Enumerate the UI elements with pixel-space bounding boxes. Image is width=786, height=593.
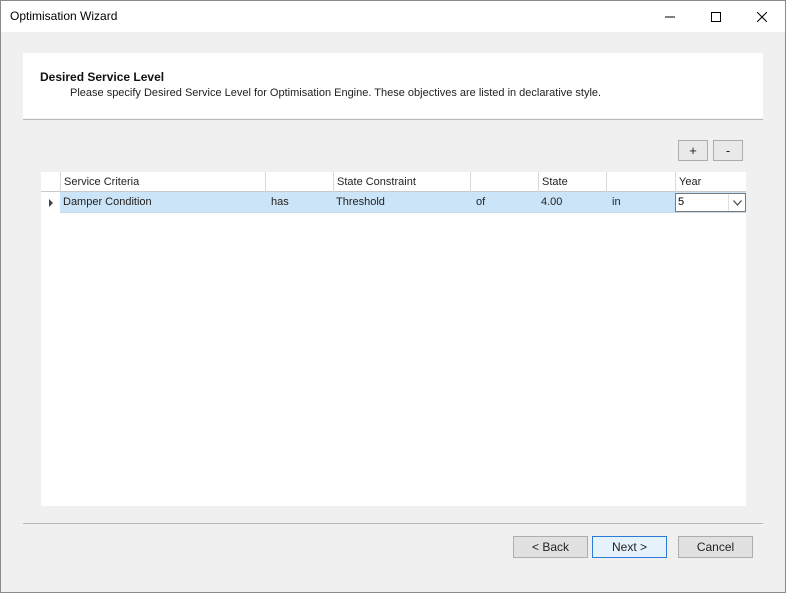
column-header-of[interactable]	[470, 172, 538, 192]
chevron-down-icon	[732, 199, 742, 206]
cancel-button[interactable]: Cancel	[678, 536, 753, 558]
service-level-grid: Service Criteria State Constraint State …	[41, 172, 746, 506]
year-dropdown[interactable]: 5	[675, 193, 746, 212]
cell-state[interactable]: 4.00	[538, 192, 606, 213]
column-header-year[interactable]: Year	[675, 172, 746, 192]
page-title: Desired Service Level	[40, 70, 165, 84]
wizard-window: Optimisation Wizard Desired Service Leve…	[0, 0, 786, 593]
footer-divider	[23, 523, 763, 524]
minimize-icon	[665, 16, 675, 17]
cell-in: in	[612, 196, 621, 208]
grid-header: Service Criteria State Constraint State …	[41, 172, 746, 192]
column-header-verb[interactable]	[265, 172, 333, 192]
add-row-button[interactable]: +	[678, 140, 708, 161]
row-pointer-icon	[48, 198, 53, 207]
minimize-button[interactable]	[647, 1, 693, 32]
year-dropdown-button[interactable]	[728, 194, 745, 211]
title-bar: Optimisation Wizard	[1, 1, 785, 32]
header-divider	[23, 119, 763, 120]
column-header-service-criteria[interactable]: Service Criteria	[60, 172, 265, 192]
column-header-in[interactable]	[606, 172, 675, 192]
maximize-button[interactable]	[693, 1, 739, 32]
next-button[interactable]: Next >	[592, 536, 667, 558]
column-header-state[interactable]: State	[538, 172, 606, 192]
row-cells: Damper Condition has Threshold of 4.00 i…	[60, 192, 746, 213]
window-title: Optimisation Wizard	[10, 9, 118, 23]
table-row[interactable]: Damper Condition has Threshold of 4.00 i…	[41, 192, 746, 213]
maximize-icon	[711, 11, 721, 22]
back-button[interactable]: < Back	[513, 536, 588, 558]
remove-row-button[interactable]: -	[713, 140, 743, 161]
cell-of: of	[476, 196, 486, 208]
close-button[interactable]	[739, 1, 785, 32]
column-header-state-constraint[interactable]: State Constraint	[333, 172, 470, 192]
cell-state-constraint[interactable]: Threshold	[333, 192, 470, 213]
cell-service-criteria[interactable]: Damper Condition	[60, 192, 265, 213]
page-description: Please specify Desired Service Level for…	[70, 87, 602, 99]
year-value: 5	[678, 196, 685, 208]
close-icon	[757, 11, 767, 22]
wizard-header: Desired Service Level Please specify Des…	[23, 53, 763, 118]
row-header[interactable]	[41, 192, 60, 213]
cell-verb: has	[271, 196, 289, 208]
